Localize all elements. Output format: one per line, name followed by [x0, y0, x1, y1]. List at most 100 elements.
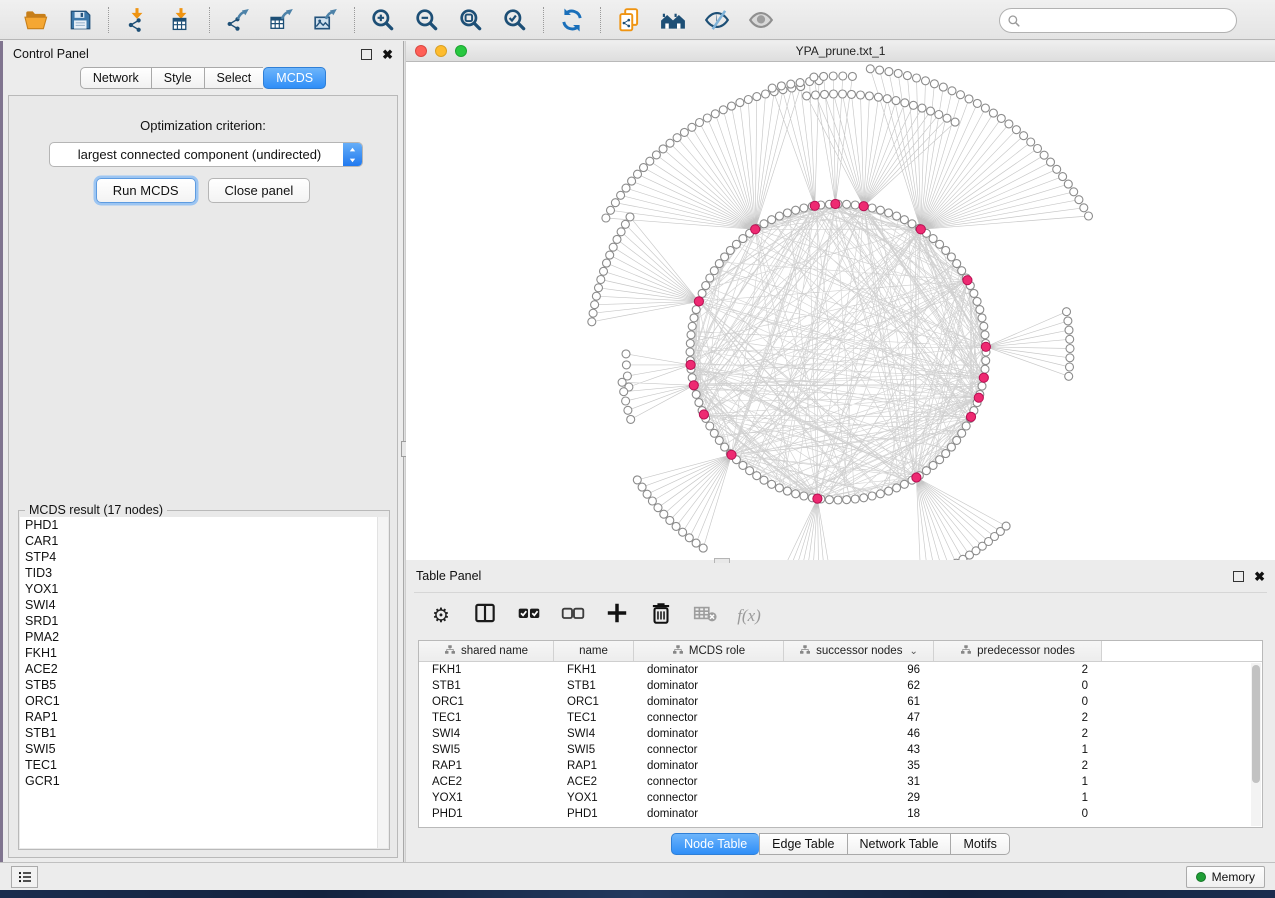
- table-float-window-icon[interactable]: [1233, 571, 1244, 582]
- zoom-selected-button[interactable]: [501, 6, 529, 34]
- table-row[interactable]: ACE2ACE2connector311: [419, 774, 1262, 790]
- mcds-node-item[interactable]: RAP1: [20, 709, 388, 725]
- run-mcds-button[interactable]: Run MCDS: [96, 178, 196, 203]
- mcds-node-item[interactable]: SWI5: [20, 741, 388, 757]
- mcds-node-item[interactable]: ORC1: [20, 693, 388, 709]
- table-row[interactable]: RAP1RAP1dominator352: [419, 758, 1262, 774]
- table-row[interactable]: ORC1ORC1dominator610: [419, 694, 1262, 710]
- mcds-node-item[interactable]: TID3: [20, 565, 388, 581]
- mcds-node-item[interactable]: PMA2: [20, 629, 388, 645]
- save-button[interactable]: [66, 6, 94, 34]
- tab-style[interactable]: Style: [151, 67, 204, 89]
- zoom-in-button[interactable]: [369, 6, 397, 34]
- tab-node-table[interactable]: Node Table: [671, 833, 759, 855]
- table-scrollbar-thumb[interactable]: [1252, 665, 1260, 783]
- table-row[interactable]: SWI5SWI5connector431: [419, 742, 1262, 758]
- export-network-button[interactable]: [224, 6, 252, 34]
- fx-button[interactable]: f(x): [736, 603, 762, 629]
- mcds-node-item[interactable]: PHD1: [20, 517, 388, 533]
- search-input[interactable]: [1025, 14, 1225, 28]
- tab-select[interactable]: Select: [204, 67, 264, 89]
- refresh-button[interactable]: [558, 6, 586, 34]
- network-window-titlebar[interactable]: YPA_prune.txt_1: [406, 41, 1275, 62]
- table-cell: 2: [934, 726, 1102, 742]
- column-header-shared-name[interactable]: shared name: [419, 641, 554, 661]
- column-header-predecessor-nodes[interactable]: predecessor nodes: [934, 641, 1102, 661]
- table-cell: 31: [784, 774, 934, 790]
- table-cell: dominator: [634, 726, 784, 742]
- zoom-out-button[interactable]: [413, 6, 441, 34]
- tab-edge-table[interactable]: Edge Table: [759, 833, 846, 855]
- memory-button[interactable]: Memory: [1186, 866, 1265, 888]
- mcds-node-item[interactable]: GCR1: [20, 773, 388, 789]
- table-cell: connector: [634, 742, 784, 758]
- search-box[interactable]: [999, 8, 1237, 33]
- tab-motifs[interactable]: Motifs: [950, 833, 1009, 855]
- export-image-button[interactable]: [312, 6, 340, 34]
- table-cell: FKH1: [419, 662, 554, 678]
- table-cell: 46: [784, 726, 934, 742]
- column-label: name: [579, 645, 608, 657]
- unselect-all-button[interactable]: [560, 603, 586, 629]
- table-row[interactable]: SWI4SWI4dominator462: [419, 726, 1262, 742]
- close-panel-button[interactable]: Close panel: [208, 178, 311, 203]
- mcds-node-item[interactable]: FKH1: [20, 645, 388, 661]
- split-panel-button[interactable]: [472, 603, 498, 629]
- control-panel-title: Control Panel: [13, 47, 89, 61]
- list-menu-icon: [17, 869, 33, 885]
- tree-col-icon: [444, 644, 456, 659]
- table-cell: RAP1: [554, 758, 634, 774]
- zoom-fit-button[interactable]: [457, 6, 485, 34]
- delete-table-button[interactable]: [692, 603, 718, 629]
- criterion-select[interactable]: largest connected component (undirected): [49, 142, 363, 167]
- show-panel-button[interactable]: [747, 6, 775, 34]
- hide-panel-button[interactable]: [703, 6, 731, 34]
- trash-button[interactable]: [648, 603, 674, 629]
- mcds-node-item[interactable]: ACE2: [20, 661, 388, 677]
- delete-table-icon: [692, 600, 718, 631]
- mcds-node-item[interactable]: STB5: [20, 677, 388, 693]
- table-row[interactable]: PHD1PHD1dominator180: [419, 806, 1262, 822]
- select-all-button[interactable]: [516, 603, 542, 629]
- table-row[interactable]: YOX1YOX1connector291: [419, 790, 1262, 806]
- import-table-button[interactable]: [167, 6, 195, 34]
- table-row[interactable]: FKH1FKH1dominator962: [419, 662, 1262, 678]
- gear-button[interactable]: ⚙: [428, 603, 454, 629]
- import-network-button[interactable]: [123, 6, 151, 34]
- mcds-node-item[interactable]: TEC1: [20, 757, 388, 773]
- tab-mcds[interactable]: MCDS: [263, 67, 326, 89]
- table-panel-titlebar: Table Panel ✖: [406, 563, 1275, 589]
- fx-icon: f(x): [737, 606, 761, 626]
- float-window-icon[interactable]: [361, 49, 372, 60]
- tab-network-table[interactable]: Network Table: [847, 833, 951, 855]
- open-folder-button[interactable]: [22, 6, 50, 34]
- mcds-result-list[interactable]: PHD1CAR1STP4TID3YOX1SWI4SRD1PMA2FKH1ACE2…: [20, 517, 388, 848]
- clone-network-button[interactable]: [615, 6, 643, 34]
- mcds-list-scrollbar[interactable]: [377, 517, 388, 848]
- tab-network[interactable]: Network: [80, 67, 151, 89]
- add-button[interactable]: [604, 603, 630, 629]
- control-panel: Control Panel ✖ NetworkStyleSelectMCDS O…: [3, 41, 403, 862]
- column-header-successor-nodes[interactable]: successor nodes⌄: [784, 641, 934, 661]
- network-manager-button[interactable]: [659, 6, 687, 34]
- table-scrollbar[interactable]: [1251, 663, 1261, 826]
- table-cell: STB1: [419, 678, 554, 694]
- mcds-node-item[interactable]: SWI4: [20, 597, 388, 613]
- network-canvas[interactable]: [406, 62, 1275, 560]
- close-panel-icon[interactable]: ✖: [382, 49, 393, 60]
- mcds-node-item[interactable]: YOX1: [20, 581, 388, 597]
- mcds-node-item[interactable]: SRD1: [20, 613, 388, 629]
- export-table-button[interactable]: [268, 6, 296, 34]
- table-row[interactable]: STB1STB1dominator620: [419, 678, 1262, 694]
- mcds-node-item[interactable]: STB1: [20, 725, 388, 741]
- column-header-MCDS-role[interactable]: MCDS role: [634, 641, 784, 661]
- mcds-node-item[interactable]: CAR1: [20, 533, 388, 549]
- column-header-name[interactable]: name: [554, 641, 634, 661]
- mcds-node-item[interactable]: STP4: [20, 549, 388, 565]
- task-history-button[interactable]: [11, 866, 38, 888]
- table-cell: ORC1: [419, 694, 554, 710]
- table-row[interactable]: TEC1TEC1connector472: [419, 710, 1262, 726]
- table-cell: 1: [934, 774, 1102, 790]
- table-close-panel-icon[interactable]: ✖: [1254, 571, 1265, 582]
- tree-col-icon: [960, 644, 972, 659]
